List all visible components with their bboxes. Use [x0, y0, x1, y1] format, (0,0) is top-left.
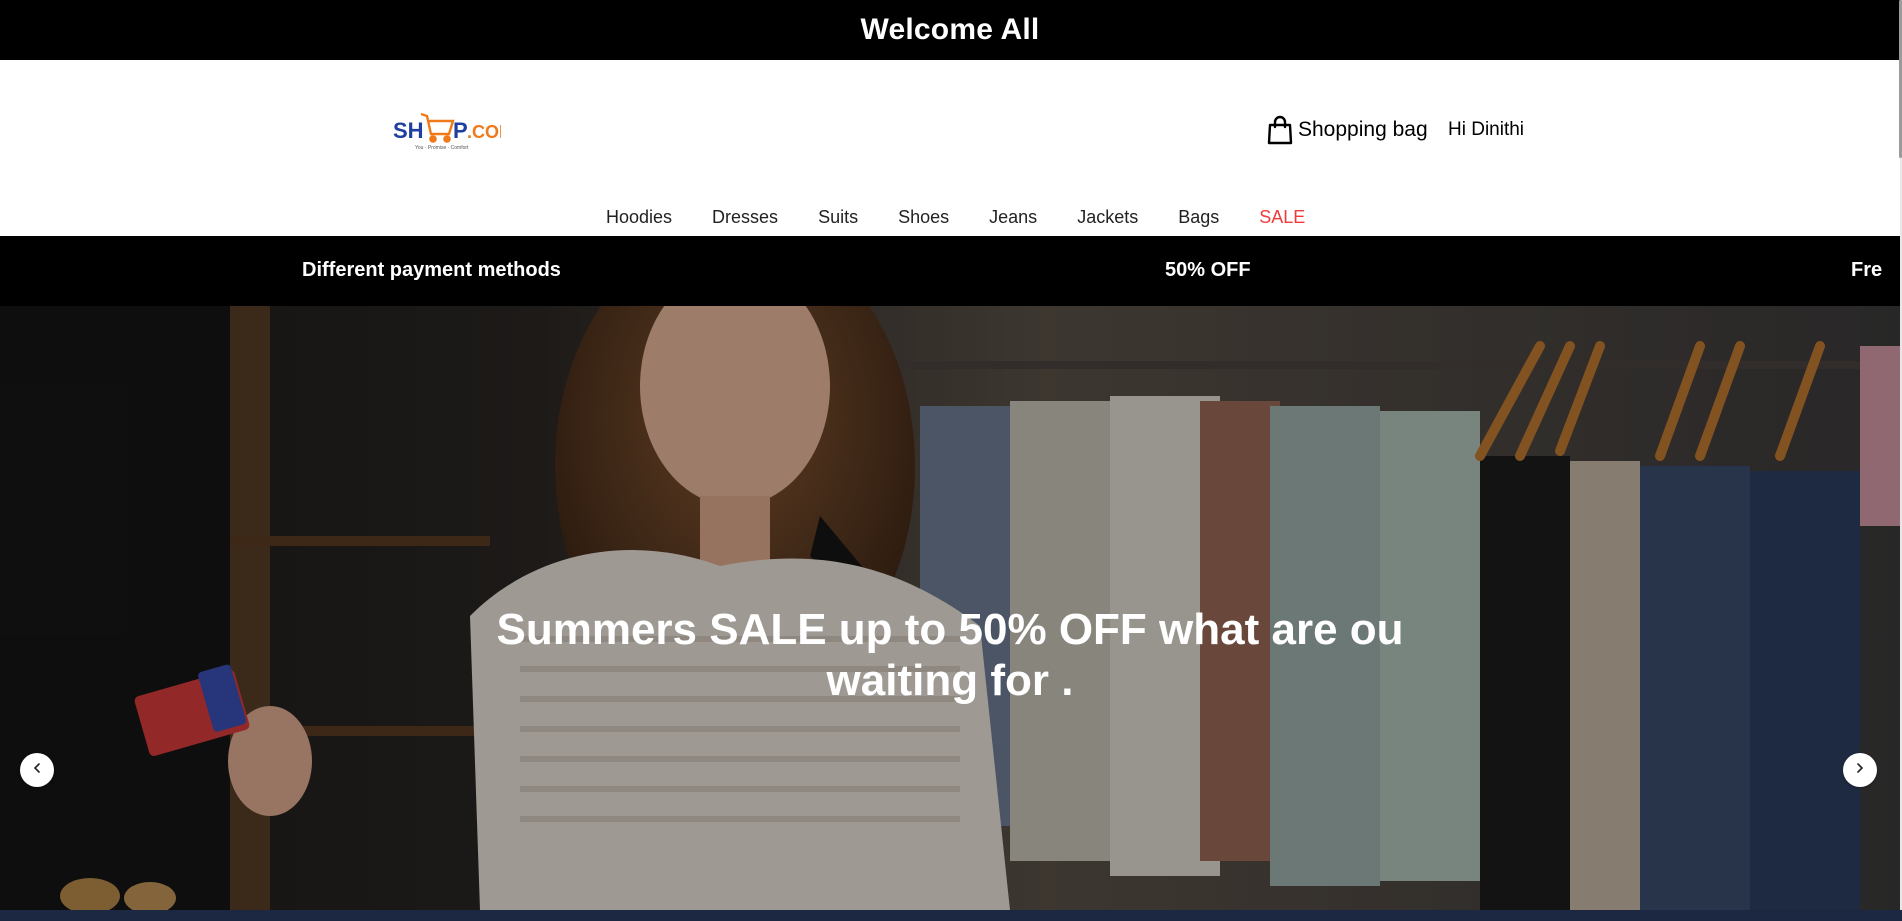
shopping-bag-link[interactable]: Shopping bag: [1266, 115, 1428, 145]
site-header: SH P .COM You · Promise · Comfort Shop: [0, 60, 1900, 236]
nav-item-jeans[interactable]: Jeans: [989, 207, 1037, 228]
promo-item-discount: 50% OFF: [1165, 259, 1251, 281]
promo-strip: Different payment methods 50% OFF Fre: [0, 236, 1900, 306]
shopping-bag-label: Shopping bag: [1298, 118, 1428, 141]
nav-item-shoes[interactable]: Shoes: [898, 207, 949, 228]
hero-caption: Summers SALE up to 50% OFF what are ou w…: [496, 605, 1404, 705]
promo-item-payment: Different payment methods: [302, 259, 561, 281]
svg-text:SH: SH: [393, 118, 424, 143]
carousel-prev-button[interactable]: [20, 753, 54, 787]
logo-tagline: You · Promise · Comfort: [415, 145, 469, 151]
nav-item-hoodies[interactable]: Hoodies: [606, 207, 672, 228]
site-logo[interactable]: SH P .COM You · Promise · Comfort: [391, 108, 501, 154]
logo-graphic: SH P .COM You · Promise · Comfort: [393, 112, 501, 151]
shop-page: Welcome All SH P .COM You · Promise · Co…: [0, 0, 1900, 921]
carousel-next-button[interactable]: [1843, 753, 1877, 787]
nav-item-bags[interactable]: Bags: [1178, 207, 1219, 228]
os-taskbar: [0, 910, 1902, 921]
user-greeting[interactable]: Hi Dinithi: [1448, 119, 1524, 141]
hero-carousel: Summers SALE up to 50% OFF what are ou w…: [0, 306, 1900, 910]
shopping-bag-icon: [1266, 115, 1294, 145]
nav-item-dresses[interactable]: Dresses: [712, 207, 778, 228]
nav-item-sale[interactable]: SALE: [1259, 207, 1305, 228]
welcome-text: Welcome All: [860, 13, 1040, 46]
svg-text:.COM: .COM: [467, 122, 501, 142]
nav-item-suits[interactable]: Suits: [818, 207, 858, 228]
cart-icon: [420, 112, 455, 143]
category-nav: Hoodies Dresses Suits Shoes Jeans Jacket…: [0, 207, 1900, 235]
promo-item-free: Fre: [1851, 259, 1883, 281]
welcome-banner: Welcome All: [0, 0, 1900, 60]
chevron-right-icon: [1854, 761, 1866, 779]
nav-item-jackets[interactable]: Jackets: [1077, 207, 1138, 228]
chevron-left-icon: [31, 761, 43, 779]
svg-text:P: P: [453, 118, 468, 143]
